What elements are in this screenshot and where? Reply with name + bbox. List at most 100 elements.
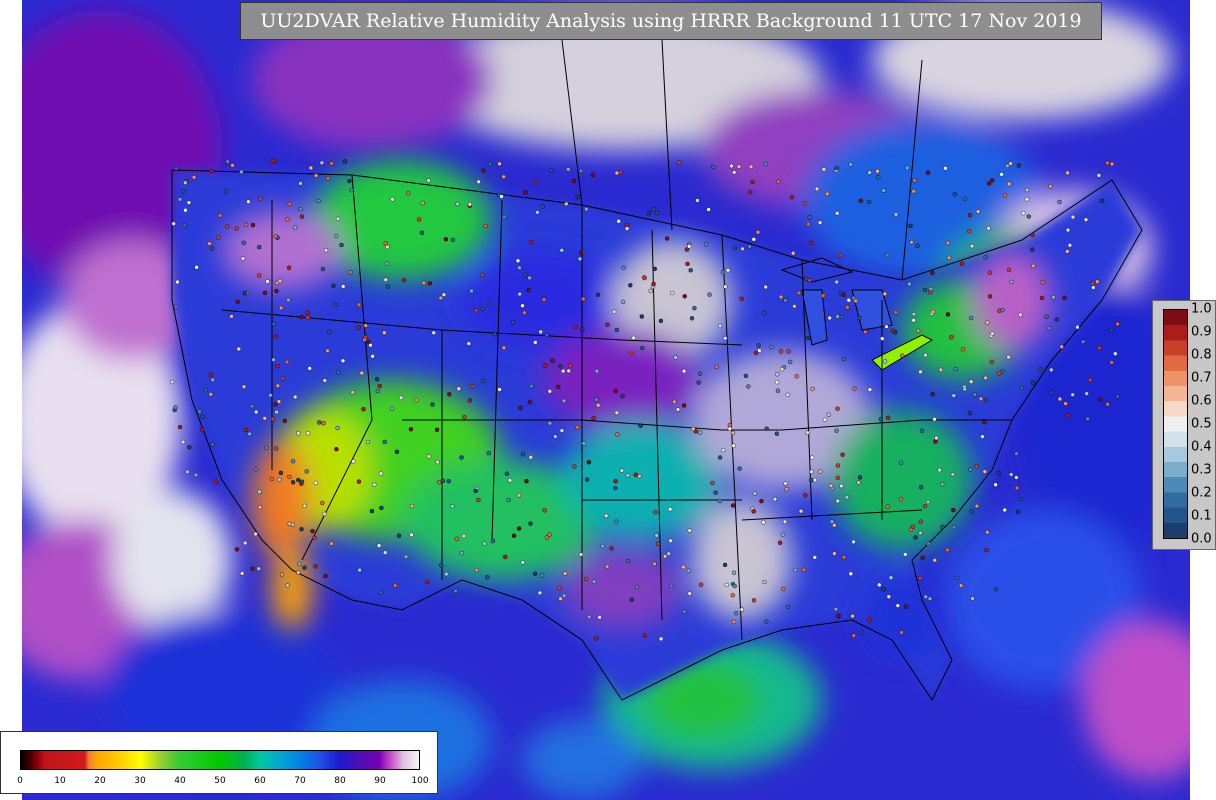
station-dot bbox=[320, 500, 325, 506]
station-dot bbox=[945, 312, 951, 317]
station-dot bbox=[1002, 507, 1007, 513]
station-dot bbox=[313, 480, 318, 486]
station-dot bbox=[334, 447, 339, 452]
station-dot bbox=[974, 503, 980, 509]
station-dot bbox=[467, 398, 472, 403]
station-dot bbox=[918, 369, 923, 374]
station-dot bbox=[934, 435, 939, 441]
station-dot bbox=[1009, 279, 1014, 285]
station-dot bbox=[809, 455, 815, 460]
station-dot bbox=[185, 469, 190, 475]
station-dot bbox=[785, 392, 790, 397]
station-dot bbox=[898, 460, 904, 465]
station-dot bbox=[529, 383, 534, 389]
station-dot bbox=[296, 477, 301, 483]
station-dot bbox=[930, 309, 936, 315]
station-dot bbox=[191, 175, 197, 180]
station-dot bbox=[243, 427, 249, 433]
station-dot bbox=[173, 405, 178, 410]
station-dot bbox=[584, 577, 589, 582]
station-dot bbox=[707, 292, 712, 297]
station-dot bbox=[246, 199, 251, 204]
station-dot bbox=[290, 522, 296, 527]
station-dot bbox=[1083, 217, 1089, 222]
station-dot bbox=[990, 331, 995, 336]
station-dot bbox=[996, 471, 1001, 476]
station-dot bbox=[789, 194, 795, 200]
station-dot bbox=[323, 247, 329, 253]
station-dot bbox=[383, 240, 388, 246]
station-dot bbox=[273, 446, 279, 451]
station-dot bbox=[559, 428, 565, 433]
station-dot bbox=[863, 329, 868, 335]
station-dot bbox=[349, 187, 354, 193]
station-dot bbox=[840, 452, 845, 457]
station-dot bbox=[322, 511, 327, 517]
station-dot bbox=[336, 370, 341, 375]
station-dot bbox=[253, 409, 259, 415]
station-dot bbox=[290, 459, 296, 464]
station-dot bbox=[818, 469, 823, 474]
station-dot bbox=[731, 570, 737, 575]
station-dot bbox=[439, 563, 444, 568]
station-dot bbox=[836, 613, 841, 618]
rh-colorbar-panel: 0 10 20 30 40 50 60 70 80 90 100 bbox=[0, 731, 438, 794]
station-dot bbox=[518, 405, 523, 411]
station-dot bbox=[730, 430, 736, 436]
station-dot bbox=[945, 240, 951, 246]
station-dot bbox=[1105, 160, 1110, 166]
station-dot bbox=[1038, 367, 1043, 372]
station-dot bbox=[550, 358, 555, 363]
station-dot bbox=[922, 504, 928, 509]
station-dot bbox=[743, 373, 748, 379]
station-dot bbox=[1084, 391, 1089, 396]
station-dot bbox=[203, 387, 209, 393]
station-dot bbox=[483, 223, 488, 229]
station-dot bbox=[613, 388, 618, 394]
station-dot bbox=[633, 472, 638, 477]
station-dot bbox=[292, 225, 298, 230]
station-dot bbox=[286, 297, 291, 303]
station-dot bbox=[258, 196, 263, 202]
station-dot bbox=[234, 226, 239, 231]
station-dot bbox=[751, 237, 756, 242]
station-dot bbox=[786, 349, 791, 354]
station-dot bbox=[925, 499, 931, 505]
station-dot bbox=[461, 533, 467, 539]
station-dot bbox=[835, 463, 841, 468]
station-dot bbox=[376, 543, 382, 548]
station-dot bbox=[905, 165, 910, 171]
station-dot bbox=[578, 168, 584, 174]
station-dot bbox=[774, 431, 780, 436]
station-dot bbox=[409, 503, 415, 509]
station-dot bbox=[781, 586, 786, 591]
station-dot bbox=[416, 217, 422, 222]
rh-tick-label: 60 bbox=[254, 776, 266, 786]
station-dot bbox=[499, 194, 504, 199]
station-dot bbox=[1057, 396, 1063, 402]
station-dot bbox=[893, 310, 899, 315]
station-dot bbox=[835, 475, 840, 481]
station-dot bbox=[285, 583, 290, 588]
station-dot bbox=[730, 593, 735, 598]
station-dot bbox=[846, 298, 851, 303]
station-dot bbox=[541, 297, 547, 302]
station-dot bbox=[1054, 317, 1060, 322]
rh-tick-label: 30 bbox=[134, 776, 146, 786]
station-dot bbox=[672, 399, 677, 404]
station-dot bbox=[626, 558, 631, 564]
station-dot bbox=[1021, 210, 1026, 216]
station-dot bbox=[1006, 181, 1012, 187]
station-dot bbox=[867, 617, 872, 622]
station-dot bbox=[313, 173, 319, 178]
station-dot bbox=[580, 326, 585, 332]
station-dot bbox=[779, 367, 785, 372]
station-dot bbox=[273, 233, 278, 239]
station-dot bbox=[435, 459, 440, 465]
station-dot bbox=[648, 288, 653, 294]
rh-tick-label: 10 bbox=[54, 776, 66, 786]
station-dot bbox=[624, 226, 630, 231]
station-dot bbox=[597, 615, 602, 620]
station-dot bbox=[980, 434, 985, 439]
station-dot bbox=[722, 562, 728, 568]
